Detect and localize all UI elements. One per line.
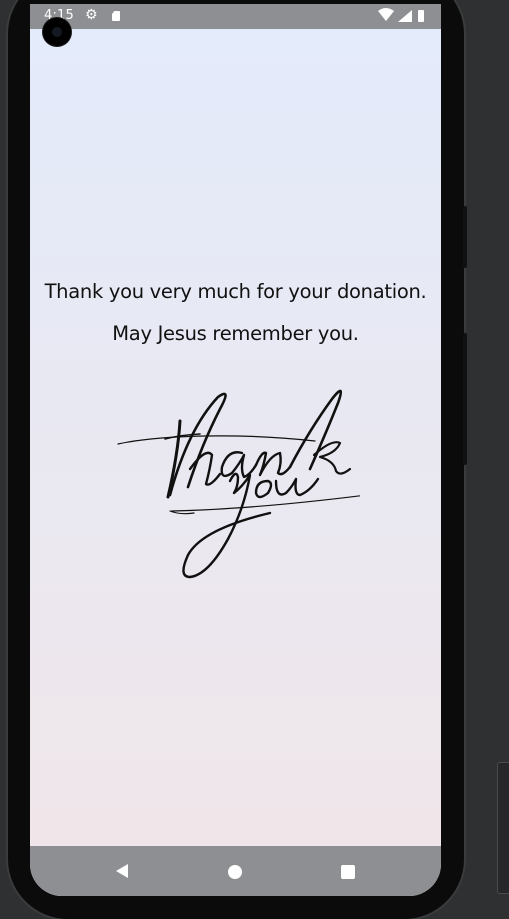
settings-gear-icon: ⚙ bbox=[85, 7, 98, 23]
power-button[interactable] bbox=[463, 206, 467, 268]
blessing-message: May Jesus remember you. bbox=[112, 322, 359, 345]
back-triangle-icon[interactable] bbox=[114, 863, 130, 883]
wifi-icon bbox=[378, 8, 394, 26]
home-circle-icon[interactable] bbox=[228, 865, 242, 879]
thank-you-calligraphy-image bbox=[110, 369, 383, 584]
status-bar: 4:15 ⚙ bbox=[30, 4, 441, 29]
thank-you-message: Thank you very much for your donation. bbox=[44, 280, 427, 303]
emulator-side-panel bbox=[497, 762, 509, 894]
volume-button[interactable] bbox=[463, 333, 467, 465]
recents-square-icon[interactable] bbox=[341, 865, 355, 879]
sd-card-icon bbox=[112, 11, 120, 21]
navigation-bar bbox=[30, 846, 441, 896]
front-camera bbox=[43, 18, 71, 46]
cell-signal-icon bbox=[398, 10, 412, 26]
app-screen: 4:15 ⚙ Thank you very much for your dona… bbox=[30, 4, 441, 896]
battery-icon bbox=[418, 10, 424, 22]
